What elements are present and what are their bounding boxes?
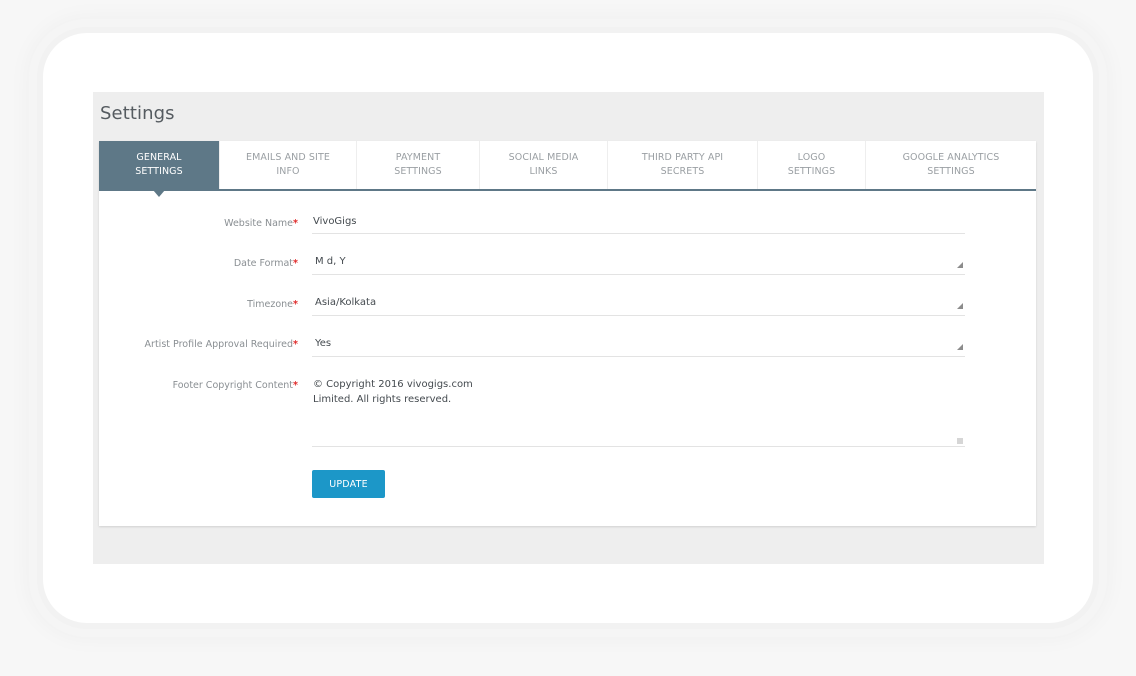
settings-page: Settings GENERAL SETTINGS EMAILS AND SITE… [93, 92, 1044, 564]
footer-copyright-label: Footer Copyright Content* [172, 380, 298, 391]
required-marker: * [293, 299, 298, 310]
tab-label: EMAILS AND SITE INFO [246, 152, 330, 177]
date-format-select[interactable]: M d, Y [312, 256, 965, 275]
tab-logo-settings[interactable]: LOGO SETTINGS [758, 141, 866, 189]
footer-copyright-textarea[interactable]: © Copyright 2016 vivogigs.com Limited. A… [312, 377, 965, 447]
timezone-label: Timezone* [247, 299, 298, 310]
tab-label: GOOGLE ANALYTICS SETTINGS [902, 152, 1000, 177]
tab-third-party-api-secrets[interactable]: THIRD PARTY API SECRETS [608, 141, 758, 189]
artist-approval-label: Artist Profile Approval Required* [144, 339, 298, 350]
update-button[interactable]: UPDATE [312, 470, 385, 498]
tab-google-analytics-settings[interactable]: GOOGLE ANALYTICS SETTINGS [866, 141, 1036, 189]
tab-label: GENERAL SETTINGS [135, 152, 183, 177]
required-marker: * [293, 380, 298, 391]
settings-panel: GENERAL SETTINGS EMAILS AND SITE INFO PAYM… [99, 141, 1036, 526]
tab-payment-settings[interactable]: PAYMENT SETTINGS [357, 141, 480, 189]
timezone-select[interactable]: Asia/Kolkata [312, 297, 965, 316]
required-marker: * [293, 258, 298, 269]
website-name-label: Website Name* [224, 218, 298, 229]
dropdown-caret-icon [957, 344, 963, 350]
tab-general-settings[interactable]: GENERAL SETTINGS [99, 141, 220, 197]
artist-approval-select[interactable]: Yes [312, 338, 965, 357]
required-marker: * [293, 218, 298, 229]
tab-label: LOGO SETTINGS [787, 152, 836, 177]
website-name-input[interactable]: VivoGigs [312, 216, 965, 234]
dropdown-caret-icon [957, 303, 963, 309]
tab-label: SOCIAL MEDIA LINKS [508, 152, 579, 177]
resize-handle-icon[interactable] [957, 438, 963, 444]
tab-social-media-links[interactable]: SOCIAL MEDIA LINKS [480, 141, 608, 189]
date-format-label: Date Format* [233, 258, 298, 269]
dropdown-caret-icon [957, 262, 963, 268]
tab-emails-and-site-info[interactable]: EMAILS AND SITE INFO [220, 141, 357, 189]
tab-label: THIRD PARTY API SECRETS [641, 152, 724, 177]
page-title: Settings [100, 103, 175, 124]
settings-tabs: GENERAL SETTINGS EMAILS AND SITE INFO PAYM… [99, 141, 1036, 197]
required-marker: * [293, 339, 298, 350]
tab-label: PAYMENT SETTINGS [394, 152, 442, 177]
